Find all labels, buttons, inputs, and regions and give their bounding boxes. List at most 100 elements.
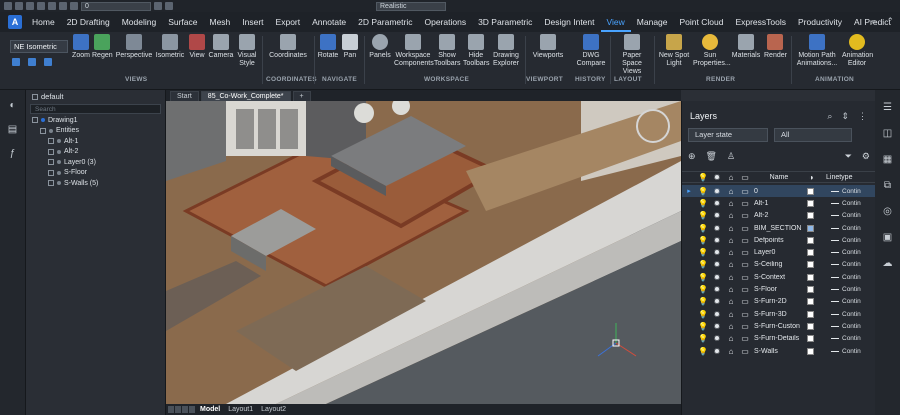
blocks-icon[interactable]: ▦: [881, 154, 895, 168]
layer-row[interactable]: 💡 ✹ ⌂ ▭ Alt-2 Contin: [682, 210, 876, 222]
tree-node-entities[interactable]: Entities: [26, 126, 165, 137]
layer-filter-select[interactable]: All: [774, 128, 852, 142]
drawing-viewport[interactable]: [166, 101, 681, 404]
layer-on-icon[interactable]: 💡: [696, 273, 710, 282]
view-button[interactable]: View: [187, 34, 207, 60]
tree-node-alt2[interactable]: Alt-2: [26, 147, 165, 158]
layer-color-swatch[interactable]: [807, 273, 814, 281]
layer-row[interactable]: 💡 ✹ ⌂ ▭ S-Furn-2D Contin: [682, 296, 876, 308]
layer-linetype[interactable]: Contin: [842, 188, 861, 195]
layer-freeze-icon[interactable]: ✹: [710, 297, 724, 306]
layer-on-icon[interactable]: 💡: [696, 199, 710, 208]
view-mini-icon[interactable]: [12, 58, 20, 66]
visual-style-dropdown[interactable]: Realistic: [376, 1, 446, 11]
layer-color-swatch[interactable]: [807, 286, 814, 294]
tab-expresstools[interactable]: ExpressTools: [729, 12, 792, 32]
layer-on-icon[interactable]: 💡: [696, 310, 710, 319]
layer-color-swatch[interactable]: [807, 224, 814, 232]
collapse-icon[interactable]: [40, 127, 46, 134]
layer-freeze-icon[interactable]: ✹: [710, 199, 724, 208]
layer-row[interactable]: 💡 ✹ ⌂ ▭ BIM_SECTION Contin: [682, 222, 876, 234]
layer-color-swatch[interactable]: [807, 310, 814, 318]
layer-on-icon[interactable]: 💡: [696, 347, 710, 356]
layer-linetype[interactable]: Contin: [842, 311, 861, 318]
layer-lock-icon[interactable]: ⌂: [724, 236, 738, 245]
layer-linetype[interactable]: Contin: [842, 249, 861, 256]
layer-print-icon[interactable]: ▭: [738, 285, 752, 294]
layer-linetype[interactable]: Contin: [842, 298, 861, 305]
layer-print-icon[interactable]: ▭: [738, 334, 752, 343]
layer-lock-icon[interactable]: ⌂: [724, 273, 738, 282]
layer-lock-icon[interactable]: ⌂: [724, 297, 738, 306]
tree-node-drawing[interactable]: Drawing1: [26, 115, 165, 126]
new-spot-light-button[interactable]: New Spot Light: [656, 34, 692, 68]
tab-annotate[interactable]: Annotate: [306, 12, 352, 32]
layer-row[interactable]: 💡 ✹ ⌂ ▭ Defpoints Contin: [682, 234, 876, 246]
expand-icon[interactable]: [48, 148, 54, 155]
tab-operations[interactable]: Operations: [418, 12, 472, 32]
layer-on-icon[interactable]: 💡: [696, 248, 710, 257]
expand-icon[interactable]: [48, 180, 54, 187]
layer-print-icon[interactable]: ▭: [738, 260, 752, 269]
layer-color-swatch[interactable]: [807, 236, 814, 244]
name-column-header[interactable]: Name: [752, 174, 804, 181]
last-tab-icon[interactable]: [189, 406, 195, 413]
layer-color-icon[interactable]: [70, 2, 78, 10]
tab-manage[interactable]: Manage: [631, 12, 674, 32]
layer-freeze-icon[interactable]: ✹: [710, 211, 724, 220]
layer-row[interactable]: 💡 ✹ ⌂ ▭ S-Furn-Custon Contin: [682, 320, 876, 332]
tab-design-intent[interactable]: Design Intent: [538, 12, 600, 32]
new-tab-button[interactable]: +: [292, 91, 311, 101]
open-file-icon[interactable]: [15, 2, 23, 10]
app-logo[interactable]: A: [8, 15, 22, 29]
workspace-components-button[interactable]: Workspace Components: [394, 34, 434, 68]
layer-freeze-icon[interactable]: ✹: [710, 310, 724, 319]
layer-linetype[interactable]: Contin: [842, 348, 861, 355]
layer-print-icon[interactable]: ▭: [738, 322, 752, 331]
layer-row[interactable]: ▸ 💡 ✹ ⌂ ▭ 0 Contin: [682, 185, 876, 198]
more-icon[interactable]: ⋮: [858, 111, 867, 122]
layer-color-swatch[interactable]: [807, 212, 814, 220]
layer-freeze-icon[interactable]: ✹: [710, 248, 724, 257]
tab-mesh[interactable]: Mesh: [203, 12, 236, 32]
layer-dropdown[interactable]: 0: [81, 1, 151, 11]
layer-print-icon[interactable]: ▭: [738, 199, 752, 208]
layer-print-icon[interactable]: ▭: [738, 310, 752, 319]
expand-icon[interactable]: [48, 169, 54, 176]
linetype-column-header[interactable]: Linetype: [826, 174, 852, 181]
explorer-search-input[interactable]: Search: [30, 104, 161, 114]
sun-properties-button[interactable]: Sun Properties...: [693, 34, 731, 68]
layer-color-swatch[interactable]: [807, 322, 814, 330]
library-icon[interactable]: ⧉: [881, 180, 895, 194]
layer-color-swatch[interactable]: [807, 335, 814, 343]
render-button[interactable]: Render: [764, 34, 787, 60]
sort-icon[interactable]: ⇕: [841, 111, 849, 122]
layer-row[interactable]: 💡 ✹ ⌂ ▭ S-Furn-Details Contin: [682, 333, 876, 345]
first-tab-icon[interactable]: [168, 406, 174, 413]
tab-export[interactable]: Export: [270, 12, 307, 32]
view-mini-icon[interactable]: [28, 58, 36, 66]
freeze-column-icon[interactable]: ✹: [710, 173, 724, 182]
tab-insert[interactable]: Insert: [236, 12, 269, 32]
pan-button[interactable]: Pan: [341, 34, 359, 60]
collapse-icon[interactable]: [32, 117, 38, 124]
settings-icon[interactable]: ⚙: [862, 151, 870, 162]
tab-view[interactable]: View: [600, 12, 631, 32]
regen-button[interactable]: Regen: [92, 34, 113, 60]
print-icon[interactable]: [59, 2, 67, 10]
layer-print-icon[interactable]: ▭: [738, 211, 752, 220]
layer-row[interactable]: 💡 ✹ ⌂ ▭ S-Walls Contin: [682, 345, 876, 357]
dwg-compare-button[interactable]: DWG Compare: [574, 34, 608, 68]
layer-print-icon[interactable]: ▭: [738, 347, 752, 356]
layer-print-icon[interactable]: ▭: [738, 248, 752, 257]
layer-linetype[interactable]: Contin: [842, 200, 861, 207]
viewports-button[interactable]: Viewports: [530, 34, 566, 60]
layer-on-icon[interactable]: 💡: [696, 211, 710, 220]
rotate-button[interactable]: Rotate: [317, 34, 339, 60]
layer-row[interactable]: 💡 ✹ ⌂ ▭ Alt-1 Contin: [682, 197, 876, 209]
layer-color-swatch[interactable]: [807, 298, 814, 306]
layer-lock-icon[interactable]: ⌂: [724, 347, 738, 356]
fx-icon[interactable]: ƒ: [6, 148, 20, 162]
search-icon[interactable]: ⌕: [871, 16, 876, 27]
layer-freeze-icon[interactable]: ✹: [710, 347, 724, 356]
